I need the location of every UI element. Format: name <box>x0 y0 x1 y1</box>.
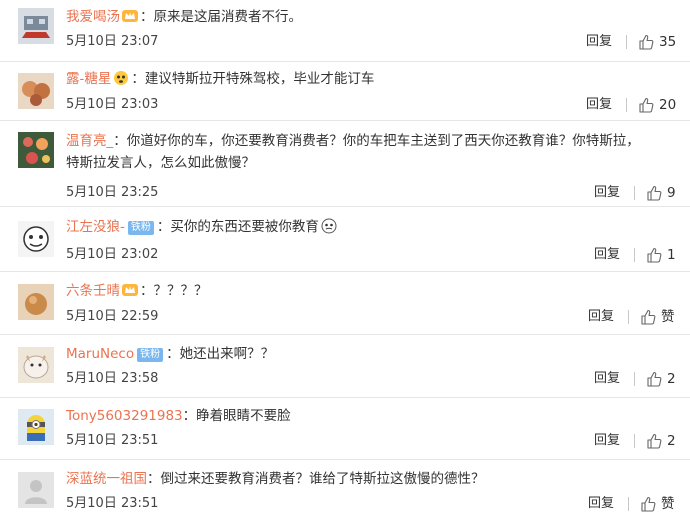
comment-item: 我爱喝汤 ：原来是这届消费者不行。 5月10日 23:07 回复 35 <box>0 0 690 62</box>
comment-text-line2: 特斯拉发言人，怎么如此傲慢？ <box>66 155 255 171</box>
comment-time: 5月10日 23:25 <box>66 185 159 200</box>
comment-text: 建议特斯拉开特殊驾校，毕业才能订车 <box>144 71 375 87</box>
comment-body: 深蓝统一祖国：倒过来还要教育消费者？谁给了特斯拉这傲慢的德性？ <box>66 471 485 487</box>
divider <box>628 497 629 511</box>
reply-button[interactable]: 回复 <box>588 308 614 326</box>
comment-item: 露-糖星 ：建议特斯拉开特殊驾校，毕业才能订车 5月10日 23:03 回复 20 <box>0 62 690 121</box>
like-count: 9 <box>667 185 676 201</box>
comment-item: 温育亮_：你道好你的车，你还要教育消费者？你的车把车主送到了西天你还教育谁？你特… <box>0 121 690 207</box>
comment-time: 5月10日 23:02 <box>66 247 159 262</box>
comment-text-line1: 你道好你的车，你还要教育消费者？你的车把车主送到了西天你还教育谁？你特斯拉， <box>126 133 640 149</box>
comment-item: 江左没狼- 铁粉 ：买你的东西还要被你教育 5月10日 23:02 回复 1 <box>0 207 690 272</box>
comment-item: Tony5603291983：睁着眼睛不要脸 5月10日 23:51 回复 2 <box>0 398 690 460</box>
reply-button[interactable]: 回复 <box>594 184 620 202</box>
like-button[interactable]: 2 <box>646 370 676 388</box>
reply-button[interactable]: 回复 <box>586 33 612 51</box>
divider <box>626 35 627 49</box>
reply-button[interactable]: 回复 <box>594 432 620 450</box>
like-button[interactable]: 2 <box>646 432 676 450</box>
thumbs-up-icon <box>641 309 656 325</box>
username-link[interactable]: 江左没狼- <box>66 219 125 235</box>
thumbs-up-icon <box>647 185 662 201</box>
like-button[interactable]: 9 <box>646 184 676 202</box>
comment-time: 5月10日 23:51 <box>66 496 159 511</box>
comment-time: 5月10日 23:07 <box>66 34 159 49</box>
comment-time: 5月10日 22:59 <box>66 309 159 324</box>
comment-text: 原来是这届消费者不行。 <box>153 9 303 25</box>
comment-body: MaruNeco 铁粉 ：她还出来啊？？ <box>66 346 275 362</box>
avatar[interactable] <box>18 409 54 445</box>
reply-button[interactable]: 回复 <box>594 246 620 264</box>
member-crown-icon <box>121 282 139 298</box>
reply-button[interactable]: 回复 <box>586 96 612 114</box>
comment-item: 深蓝统一祖国：倒过来还要教育消费者？谁给了特斯拉这傲慢的德性？ 5月10日 23… <box>0 460 690 514</box>
like-button[interactable]: 赞 <box>640 495 675 513</box>
username-link[interactable]: MaruNeco <box>66 346 134 362</box>
comment-body: 六条壬晴：？？？？ <box>66 282 208 299</box>
avatar[interactable] <box>18 132 54 168</box>
divider <box>628 310 629 324</box>
divider <box>626 98 627 112</box>
comment-body: Tony5603291983：睁着眼睛不要脸 <box>66 408 291 424</box>
like-count: 1 <box>667 247 676 263</box>
like-count: 20 <box>659 97 677 113</box>
comment-list: 我爱喝汤 ：原来是这届消费者不行。 5月10日 23:07 回复 35 露-糖星：… <box>0 0 690 514</box>
like-button[interactable]: 1 <box>646 246 676 264</box>
comment-time: 5月10日 23:58 <box>66 371 159 386</box>
like-button[interactable]: 35 <box>638 33 676 51</box>
fan-badge: 铁粉 <box>127 221 154 235</box>
comment-body: 江左没狼- 铁粉 ：买你的东西还要被你教育 <box>66 216 650 238</box>
username-link[interactable]: 露-糖星 <box>66 71 111 87</box>
avatar[interactable] <box>18 73 54 109</box>
divider <box>634 372 635 386</box>
comment-body: 露-糖星 ：建议特斯拉开特殊驾校，毕业才能订车 <box>66 70 375 87</box>
thumbs-up-icon <box>647 433 662 449</box>
avatar[interactable] <box>18 472 54 508</box>
comment-item: MaruNeco 铁粉 ：她还出来啊？？ 5月10日 23:58 回复 2 <box>0 335 690 398</box>
username-link[interactable]: 我爱喝汤 <box>66 9 120 25</box>
comment-text: 睁着眼睛不要脸 <box>196 408 291 424</box>
comment-body: 我爱喝汤 ：原来是这届消费者不行。 <box>66 8 303 25</box>
like-button[interactable]: 赞 <box>640 308 675 326</box>
reply-button[interactable]: 回复 <box>594 370 620 388</box>
avatar[interactable] <box>18 8 54 44</box>
like-count: 2 <box>667 433 676 449</box>
like-count: 赞 <box>661 309 675 325</box>
thumbs-up-icon <box>647 371 662 387</box>
fan-badge: 铁粉 <box>137 348 164 362</box>
member-crown-icon <box>121 8 139 24</box>
divider <box>634 248 635 262</box>
thumbs-up-icon <box>639 34 654 50</box>
like-count: 2 <box>667 371 676 387</box>
comment-time: 5月10日 23:51 <box>66 433 159 448</box>
username-link[interactable]: 温育亮_ <box>66 133 113 149</box>
comment-text: 倒过来还要教育消费者？谁给了特斯拉这傲慢的德性？ <box>160 471 485 487</box>
avatar[interactable] <box>18 221 54 257</box>
like-button[interactable]: 20 <box>638 96 676 114</box>
username-link[interactable]: 六条壬晴 <box>66 283 120 299</box>
avatar[interactable] <box>18 347 54 383</box>
reply-button[interactable]: 回复 <box>588 495 614 513</box>
like-count: 赞 <box>661 496 675 512</box>
username-link[interactable]: Tony5603291983 <box>66 408 183 424</box>
username-link[interactable]: 深蓝统一祖国 <box>66 471 147 487</box>
divider <box>634 434 635 448</box>
comment-text: 买你的东西还要被你教育 <box>170 219 319 235</box>
comment-body: 温育亮_：你道好你的车，你还要教育消费者？你的车把车主送到了西天你还教育谁？你特… <box>66 133 640 171</box>
thumbs-up-icon <box>641 496 656 512</box>
emoji-icon <box>320 218 338 234</box>
like-count: 35 <box>659 34 677 50</box>
member-crown-icon <box>112 70 130 86</box>
thumbs-up-icon <box>647 247 662 263</box>
comment-time: 5月10日 23:03 <box>66 97 159 112</box>
thumbs-up-icon <box>639 97 654 113</box>
avatar[interactable] <box>18 284 54 320</box>
comment-text: 她还出来啊？？ <box>179 346 275 362</box>
comment-item: 六条壬晴：？？？？ 5月10日 22:59 回复 赞 <box>0 272 690 335</box>
comment-text: ？？？？ <box>153 283 208 299</box>
divider <box>634 186 635 200</box>
